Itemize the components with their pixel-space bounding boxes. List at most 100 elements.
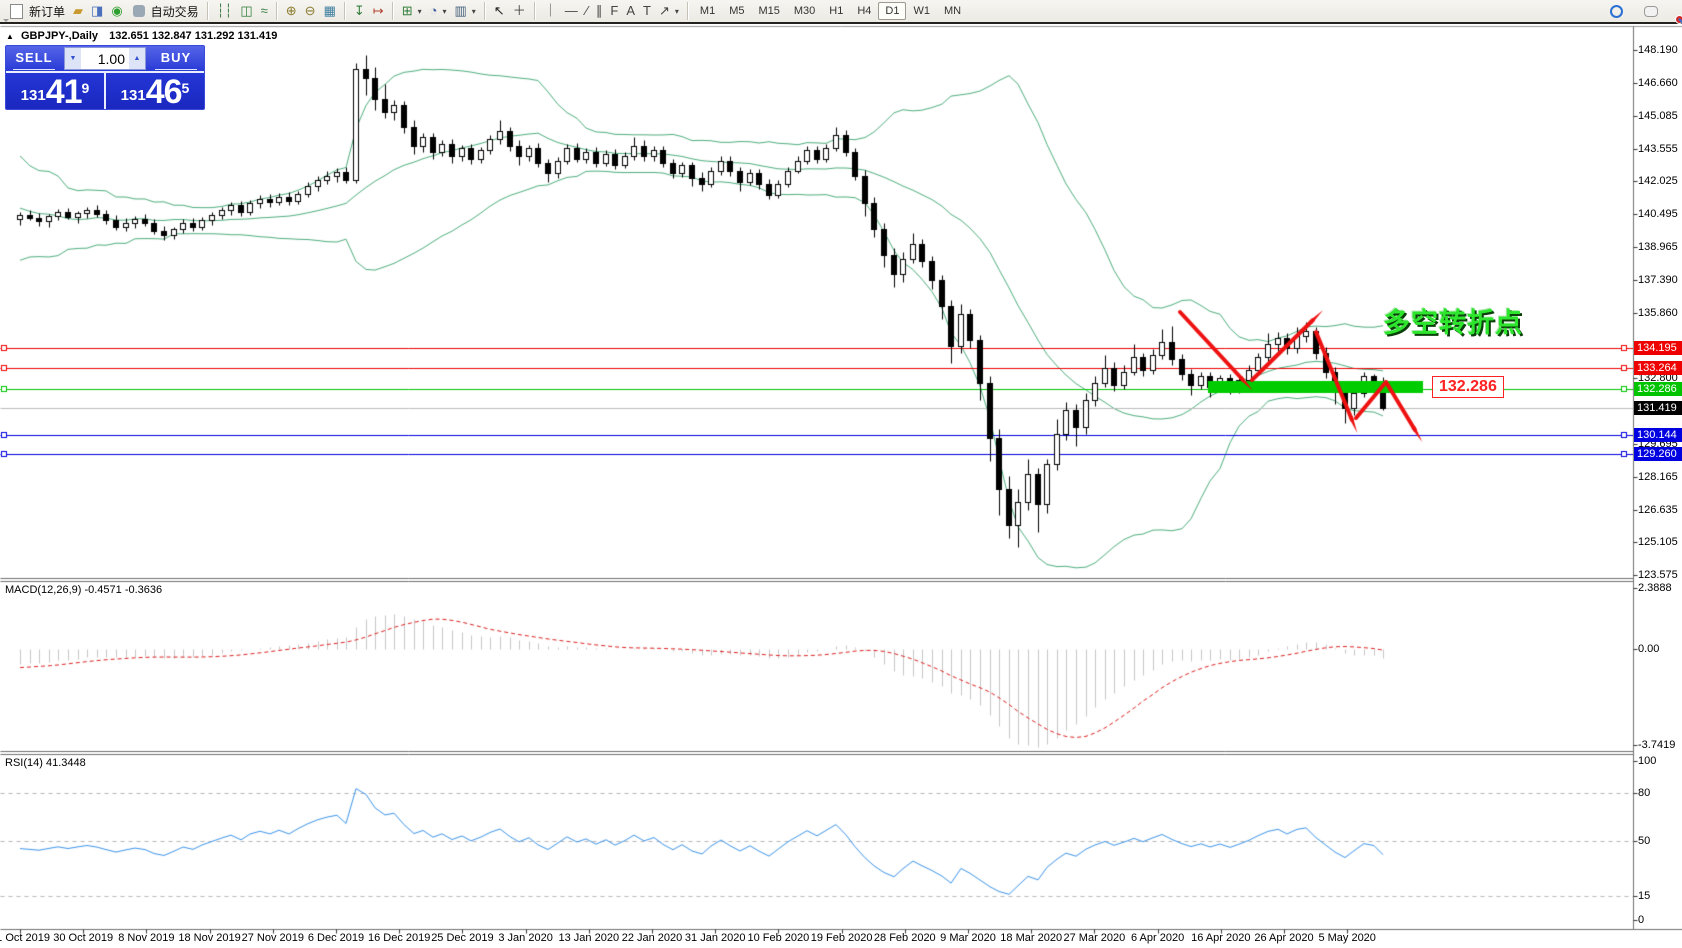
rsi-indicator-label: RSI(14) 41.3448	[5, 757, 86, 769]
toolbar: 新订单▰◨◉自动交易┆┆◫≈⊕⊖▦↧↦⊞▾◔▾▥▾↖＋｜—∕∥FAT↗▾M1M5…	[0, 0, 1682, 24]
chevron-down-icon: ▾	[674, 6, 679, 16]
autotrading-button-label: 自动交易	[150, 4, 199, 19]
auto-scroll-icon: ↧	[353, 3, 365, 18]
buy-price-button[interactable]: 131 46 5	[106, 73, 204, 109]
timeframe-w1-button[interactable]: W1	[906, 2, 937, 20]
date-label: 5 May 2020	[1318, 932, 1376, 944]
periods-button[interactable]: ◔ ▾	[426, 0, 451, 22]
price-tick-label: 145.085	[1638, 110, 1678, 123]
zoom-out-icon: ⊖	[304, 3, 316, 18]
trendline-button[interactable]: ∕	[582, 0, 592, 22]
label-button[interactable]: T	[639, 0, 655, 22]
indicators-button[interactable]: ⊞ ▾	[398, 0, 426, 22]
vertical-line-button[interactable]: ｜	[540, 0, 561, 22]
timeframe-m1-button[interactable]: M1	[693, 2, 722, 20]
sell-button[interactable]: SELL	[6, 46, 62, 71]
volume-down-button[interactable]: ▼	[65, 48, 81, 69]
search-icon	[1610, 4, 1623, 18]
volume-up-button[interactable]: ▲	[129, 48, 145, 69]
vertical-line-icon: ｜	[543, 3, 557, 18]
market-watch-button[interactable]: ◨	[87, 0, 107, 22]
volume-stepper: ▼ ▲	[64, 47, 146, 70]
cursor-icon: ↖	[493, 3, 505, 18]
autotrading-icon	[132, 5, 145, 17]
zoom-out-button[interactable]: ⊖	[301, 0, 320, 22]
chat-button[interactable]	[1638, 0, 1664, 22]
text-button[interactable]: A	[622, 0, 639, 22]
price-tick-label: 138.965	[1638, 240, 1678, 253]
sell-price-sup: 9	[81, 80, 90, 96]
chart-shift-icon: ↦	[372, 3, 384, 18]
timeframe-m15-button[interactable]: M15	[751, 2, 786, 20]
line-chart-icon: ≈	[260, 3, 268, 18]
toolbar-separator	[275, 2, 278, 20]
timeframe-h4-button[interactable]: H4	[850, 2, 878, 20]
chat-icon	[1644, 5, 1658, 17]
one-click-collapse-icon[interactable]: ▲	[6, 32, 14, 41]
timeframe-h1-button[interactable]: H1	[822, 2, 850, 20]
timeframe-d1-button[interactable]: D1	[878, 2, 907, 20]
rsi-scale-label: 50	[1638, 834, 1651, 847]
autotrading-button[interactable]: 自动交易	[127, 0, 203, 22]
toolbar-separator	[483, 2, 486, 20]
price-tick-label: 140.495	[1638, 208, 1678, 221]
fibonacci-button[interactable]: F	[606, 0, 622, 22]
buy-button[interactable]: BUY	[148, 46, 204, 71]
trendline-icon: ∕	[585, 3, 588, 18]
price-tick-label: 125.105	[1638, 536, 1678, 549]
sell-price-main: 41	[45, 73, 83, 111]
price-level-badge: 129.260	[1634, 446, 1682, 461]
zoom-in-button[interactable]: ⊕	[282, 0, 301, 22]
profiles-button[interactable]: ▰	[69, 0, 87, 22]
crosshair-button[interactable]: ＋	[509, 0, 530, 22]
price-tick-label: 126.635	[1638, 503, 1678, 516]
rsi-scale-label: 100	[1638, 755, 1657, 767]
chevron-down-icon: ▾	[417, 6, 422, 16]
chevron-down-icon: ▾	[442, 6, 447, 16]
turning-point-annotation: 多空转折点	[1383, 308, 1523, 338]
auto-scroll-button[interactable]: ↧	[350, 0, 369, 22]
cursor-button[interactable]: ↖	[490, 0, 509, 22]
macd-scale-label: -3.7419	[1638, 739, 1676, 751]
equidistant-channel-icon: ∥	[595, 3, 603, 18]
new-order-button[interactable]: 新订单	[4, 0, 69, 22]
search-button[interactable]	[1605, 0, 1628, 22]
timeframe-m5-button[interactable]: M5	[722, 2, 751, 20]
chart-title: ▲ GBPJPY-,Daily 132.651 132.847 131.292 …	[6, 30, 277, 42]
clock-icon: ◔	[429, 3, 438, 18]
shapes-button[interactable]: ↗ ▾	[655, 0, 683, 22]
buy-price-sup: 5	[181, 80, 190, 96]
price-tick-label: 148.190	[1638, 44, 1678, 56]
chart-symbol-period: GBPJPY-,Daily	[20, 30, 99, 42]
chart-canvas[interactable]	[0, 0, 1682, 948]
zoom-in-icon: ⊕	[285, 3, 297, 18]
buy-price-prefix: 131	[120, 87, 146, 104]
rsi-scale-label: 15	[1638, 890, 1651, 903]
buy-price-main: 46	[145, 73, 183, 111]
toolbar-right-group	[1605, 0, 1678, 22]
templates-button[interactable]: ▥ ▾	[450, 0, 479, 22]
text-icon: A	[626, 3, 636, 18]
toolbar-separator	[206, 2, 209, 20]
chart-shift-button[interactable]: ↦	[369, 0, 388, 22]
candlestick-icon: ◫	[240, 3, 253, 18]
sell-price-button[interactable]: 131 41 9	[6, 73, 106, 109]
sell-price-prefix: 131	[20, 87, 46, 104]
price-tick-label: 142.025	[1638, 175, 1678, 188]
timeframe-m30-button[interactable]: M30	[787, 2, 822, 20]
horizontal-line-button[interactable]: —	[561, 0, 582, 22]
channel-button[interactable]: ∥	[592, 0, 607, 22]
candlestick-chart-button[interactable]: ◫	[236, 0, 256, 22]
price-level-badge: 133.264	[1634, 361, 1682, 376]
volume-input[interactable]	[81, 50, 129, 67]
signals-button[interactable]: ◉	[107, 0, 126, 22]
price-tick-label: 123.575	[1638, 569, 1678, 581]
price-tick-label: 128.165	[1638, 471, 1678, 484]
crosshair-icon: ＋	[512, 3, 526, 18]
new-order-button-label: 新订单	[29, 4, 66, 19]
line-chart-button[interactable]: ≈	[257, 0, 272, 22]
text-label-icon: T	[643, 3, 651, 18]
tile-windows-button[interactable]: ▦	[320, 0, 340, 22]
bar-chart-button[interactable]: ┆┆	[213, 0, 237, 22]
timeframe-mn-button[interactable]: MN	[937, 2, 968, 20]
